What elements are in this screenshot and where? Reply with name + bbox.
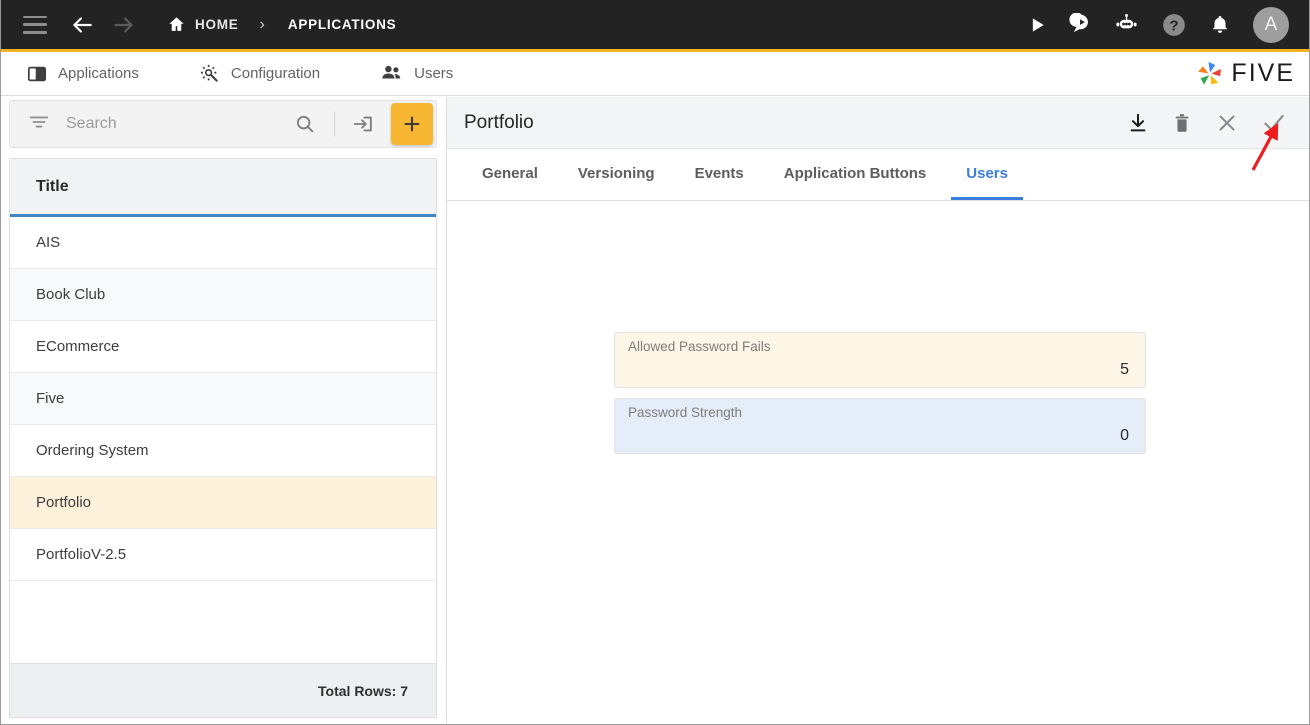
- grid-header-row: Title: [10, 159, 436, 217]
- table-row-title: ECommerce: [36, 338, 120, 355]
- field-label: Password Strength: [628, 405, 743, 420]
- sidebar-item-label: Users: [414, 65, 454, 82]
- download-icon[interactable]: [1127, 112, 1149, 134]
- table-row-title: Portfolio: [36, 494, 92, 511]
- sidebar-item-users[interactable]: Users: [376, 52, 457, 95]
- delete-trash-icon[interactable]: [1171, 112, 1193, 134]
- five-logo-text: FIVE: [1231, 59, 1295, 87]
- application-window: HOME › APPLICATIONS ? A Applications Con…: [0, 0, 1310, 725]
- arrow-back-icon[interactable]: [65, 8, 99, 42]
- page-title: Portfolio: [464, 111, 534, 133]
- help-icon[interactable]: ?: [1161, 12, 1187, 38]
- toolbar-divider: [334, 111, 335, 137]
- secondary-navigation-bar: Applications Configuration Users FIVE: [1, 52, 1309, 96]
- sidebar-item-configuration[interactable]: Configuration: [195, 52, 324, 95]
- import-arrow-box-icon[interactable]: [347, 112, 379, 136]
- search-toolbar: [9, 100, 437, 148]
- sidebar-item-label: Configuration: [230, 65, 321, 82]
- table-row-title: Five: [36, 390, 65, 407]
- svg-text:?: ?: [1169, 17, 1178, 34]
- table-row[interactable]: Five: [10, 373, 436, 425]
- arrow-forward-icon[interactable]: [107, 8, 141, 42]
- users-people-icon: [380, 62, 403, 85]
- grid-footer: Total Rows: 7: [10, 663, 436, 717]
- table-row[interactable]: AIS: [10, 217, 436, 269]
- close-x-icon[interactable]: [1215, 111, 1239, 135]
- top-bar-actions: ? A: [1027, 6, 1309, 43]
- applications-list-panel: Title AIS Book Club ECommerce Five Ordering …: [9, 100, 437, 718]
- table-row-title: Book Club: [36, 286, 106, 303]
- run-icon[interactable]: [1027, 15, 1047, 35]
- magnifier-icon[interactable]: [288, 113, 322, 135]
- top-navigation-bar: HOME › APPLICATIONS ? A: [1, 0, 1309, 52]
- breadcrumb: HOME › APPLICATIONS: [167, 15, 396, 34]
- table-row-title: Ordering System: [36, 442, 149, 459]
- table-row-title: PortfolioV-2.5: [36, 546, 127, 563]
- home-icon[interactable]: [167, 15, 186, 34]
- hamburger-menu-icon[interactable]: [23, 15, 47, 34]
- robot-assistant-icon[interactable]: [1114, 12, 1139, 37]
- detail-panel: Portfolio General Versioning Events Appl…: [446, 97, 1309, 723]
- applications-grid: Title AIS Book Club ECommerce Five Ordering …: [9, 158, 437, 718]
- five-logo: FIVE: [1195, 59, 1295, 89]
- filter-lines-icon[interactable]: [28, 111, 50, 138]
- breadcrumb-home[interactable]: HOME: [195, 17, 239, 32]
- sidebar-item-label: Applications: [58, 65, 139, 82]
- tab-versioning[interactable]: Versioning: [563, 149, 670, 200]
- sidebar-item-applications[interactable]: Applications: [23, 52, 143, 95]
- breadcrumb-applications[interactable]: APPLICATIONS: [288, 17, 397, 32]
- search-chat-icon[interactable]: [1069, 13, 1092, 36]
- table-row-title: AIS: [36, 234, 61, 251]
- field-label: Allowed Password Fails: [628, 339, 771, 354]
- save-check-icon[interactable]: [1261, 110, 1287, 136]
- field-allowed-password-fails[interactable]: Allowed Password Fails 5: [614, 332, 1146, 388]
- field-value[interactable]: 5: [628, 361, 1132, 379]
- tab-general[interactable]: General: [467, 149, 553, 200]
- tab-events[interactable]: Events: [680, 149, 759, 200]
- five-pinwheel-logo: [1195, 59, 1225, 89]
- search-input[interactable]: [66, 115, 288, 133]
- grid-body: AIS Book Club ECommerce Five Ordering System…: [10, 217, 436, 663]
- table-row[interactable]: Book Club: [10, 269, 436, 321]
- tab-users[interactable]: Users: [951, 149, 1023, 200]
- detail-actions: [1127, 110, 1309, 136]
- field-value[interactable]: 0: [628, 427, 1132, 445]
- table-row[interactable]: ECommerce: [10, 321, 436, 373]
- column-header-title[interactable]: Title: [36, 178, 69, 196]
- total-rows-label: Total Rows: 7: [318, 682, 408, 699]
- detail-header: Portfolio: [447, 97, 1309, 149]
- applications-panel-icon: [27, 64, 47, 84]
- table-row[interactable]: Portfolio: [10, 477, 436, 529]
- add-application-button[interactable]: [391, 103, 433, 145]
- gear-wrench-icon: [199, 63, 220, 84]
- users-form: Allowed Password Fails 5 Password Strength…: [447, 201, 1309, 723]
- table-row[interactable]: Ordering System: [10, 425, 436, 477]
- field-password-strength[interactable]: Password Strength 0: [614, 398, 1146, 454]
- avatar[interactable]: A: [1253, 6, 1289, 43]
- detail-tabs: General Versioning Events Application Butto…: [447, 149, 1309, 201]
- notifications-bell-icon[interactable]: [1209, 14, 1231, 36]
- table-row[interactable]: PortfolioV-2.5: [10, 529, 436, 581]
- tab-application-buttons[interactable]: Application Buttons: [769, 149, 942, 200]
- breadcrumb-separator: ›: [259, 15, 265, 33]
- grid-empty-space: [10, 581, 436, 663]
